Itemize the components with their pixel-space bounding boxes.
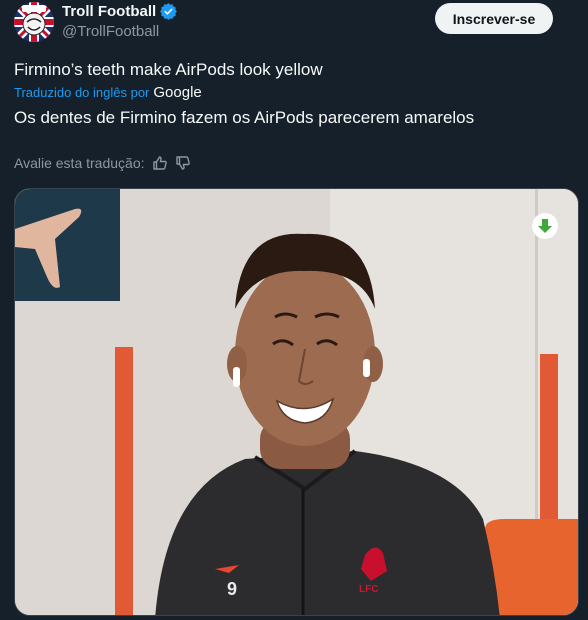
tweet-translated-text: Os dentes de Firmino fazem os AirPods pa… [14,108,475,127]
name-row: Troll Football [62,3,178,20]
translated-by-label[interactable]: Traduzido do inglês por [14,85,149,100]
rate-translation-label: Avalie esta tradução: [14,155,145,171]
avatar[interactable] [14,2,54,42]
subscribe-button[interactable]: Inscrever-se [435,3,553,34]
thumbs-down-icon[interactable] [175,155,191,171]
display-name[interactable]: Troll Football [62,3,156,20]
tweet-original-text: Firmino’s teeth make AirPods look yellow [14,60,323,79]
translation-attribution[interactable]: Traduzido do inglês por Google [14,84,202,101]
user-handle[interactable]: @TrollFootball [62,23,159,40]
rate-translation: Avalie esta tradução: [14,155,191,171]
download-icon[interactable] [532,213,558,239]
thumbs-up-icon[interactable] [152,155,168,171]
verified-badge-icon [160,3,178,20]
video-frame [15,189,578,615]
google-logo: Google [153,84,202,101]
jersey-badge: LFC [359,584,379,595]
tweet-video[interactable]: 9 LFC [14,188,579,616]
tweet-header: Troll Football @TrollFootball Inscrever-… [14,0,574,48]
jersey-number: 9 [227,579,238,599]
